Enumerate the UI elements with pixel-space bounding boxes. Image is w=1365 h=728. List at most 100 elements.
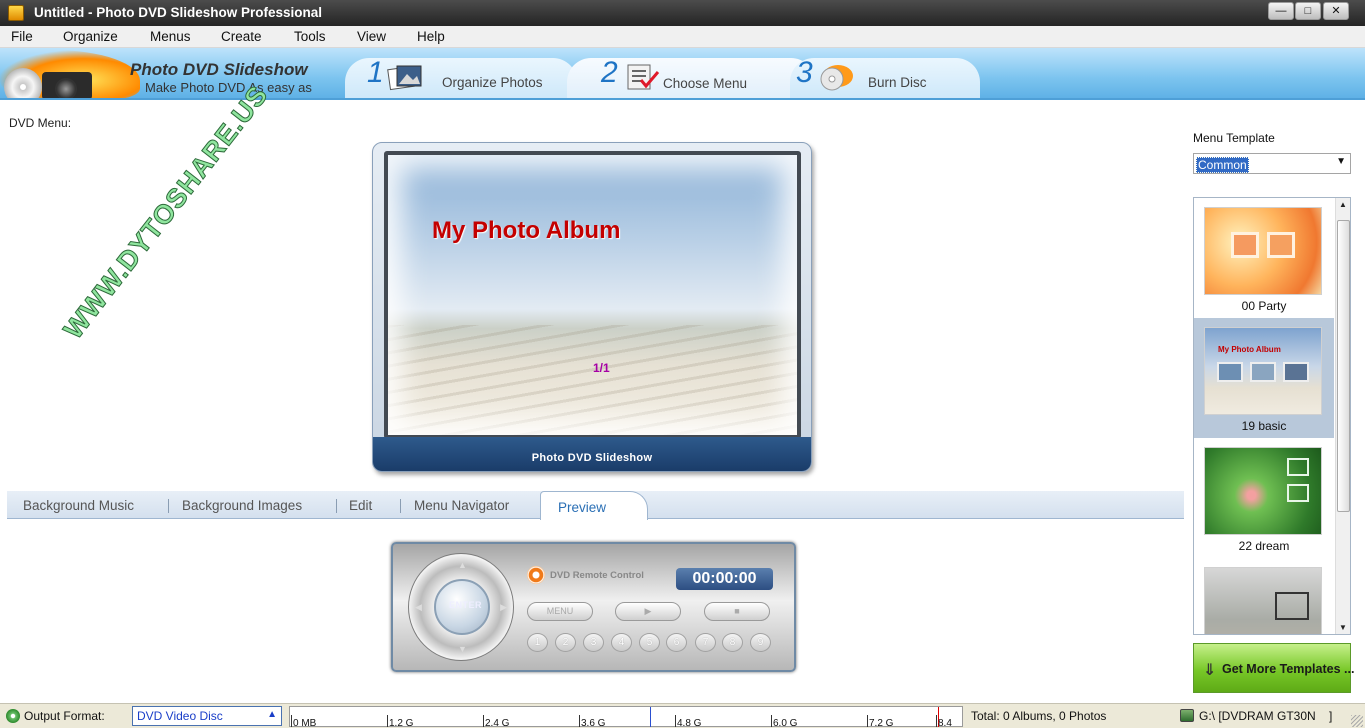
template-item[interactable]: My Photo Album 19 basic — [1194, 318, 1334, 438]
number-button-1[interactable]: 1 — [527, 633, 548, 652]
album-title[interactable]: My Photo Album — [432, 217, 620, 245]
app-icon — [8, 5, 24, 21]
dvd-menu-label: DVD Menu: — [9, 116, 72, 130]
number-button-4[interactable]: 4 — [611, 633, 632, 652]
output-format-value: DVD Video Disc — [137, 709, 223, 723]
step-number: 3 — [796, 56, 813, 89]
close-button[interactable]: ✕ — [1323, 2, 1349, 20]
menu-bar: File Organize Menus Create Tools View He… — [0, 26, 1365, 48]
disc-capacity-bar: 0 MB 1.2 G 2.4 G 3.6 G 4.8 G 6.0 G 7.2 G… — [289, 706, 963, 728]
menu-background-image: My Photo Album 1/1 — [384, 151, 801, 439]
capacity-tick: 0 MB — [293, 718, 317, 728]
app-window: Untitled - Photo DVD Slideshow Professio… — [0, 0, 1365, 728]
minimize-button[interactable]: — — [1268, 2, 1294, 20]
timecode-display: 00:00:00 — [676, 568, 773, 590]
burn-disc-icon — [820, 65, 853, 91]
navigation-dial[interactable]: ▲ ▼ ◀ ▶ ENTER — [408, 553, 514, 661]
template-category-select[interactable]: Common ▼ — [1193, 153, 1351, 174]
template-name: 22 dream — [1238, 539, 1290, 553]
number-button-3[interactable]: 3 — [583, 633, 604, 652]
template-thumbnail — [1204, 567, 1322, 634]
dvd-remote-control: ▲ ▼ ◀ ▶ ENTER DVD Remote Control 00:00:0… — [391, 542, 796, 672]
tab-background-images[interactable]: Background Images — [182, 498, 302, 513]
down-arrow-icon[interactable]: ▼ — [458, 644, 467, 654]
get-more-templates-button[interactable]: ⇓ Get More Templates ... — [1193, 643, 1355, 693]
download-arrow-icon: ⇓ — [1203, 662, 1217, 679]
get-more-templates-label: Get More Templates ... — [1222, 662, 1355, 676]
capacity-tick: 3.6 G — [581, 718, 606, 728]
menu-view[interactable]: View — [357, 29, 386, 44]
menu-file[interactable]: File — [11, 29, 33, 44]
chevron-up-icon[interactable]: ▲ — [267, 709, 277, 720]
left-arrow-icon[interactable]: ◀ — [415, 602, 422, 613]
enter-label: ENTER — [449, 600, 483, 610]
right-arrow-icon[interactable]: ▶ — [500, 602, 507, 613]
logo-title: Photo DVD Slideshow — [130, 60, 308, 79]
capacity-tick: 7.2 G — [869, 718, 894, 728]
template-item[interactable]: 22 dream — [1194, 438, 1334, 558]
capacity-tick: 1.2 G — [389, 718, 414, 728]
step-label: Burn Disc — [868, 75, 927, 90]
tab-edit[interactable]: Edit — [349, 498, 372, 513]
scroll-down-icon[interactable]: ▼ — [1339, 623, 1347, 632]
number-button-9[interactable]: 9 — [750, 633, 771, 652]
play-icon: ▶ — [644, 606, 652, 616]
step-choose-menu[interactable]: 2 Choose Menu — [567, 56, 815, 98]
tab-menu-navigator[interactable]: Menu Navigator — [414, 498, 509, 513]
step-organize-photos[interactable]: 1 Organize Photos — [345, 56, 577, 98]
title-bar[interactable]: Untitled - Photo DVD Slideshow Professio… — [0, 0, 1365, 26]
step-banner: Photo DVD Slideshow Make Photo DVD As ea… — [0, 48, 1365, 100]
capacity-tick: 6.0 G — [773, 718, 798, 728]
photos-icon — [387, 65, 422, 91]
resize-grip-icon[interactable] — [1351, 715, 1363, 727]
drive-icon — [1180, 709, 1194, 722]
template-scrollbar[interactable]: ▲ ▼ — [1335, 198, 1350, 634]
number-button-6[interactable]: 6 — [666, 633, 687, 652]
maximize-button[interactable]: □ — [1295, 2, 1321, 20]
step-label: Choose Menu — [663, 76, 748, 91]
menu-create[interactable]: Create — [221, 29, 262, 44]
output-format-select[interactable]: DVD Video Disc ▲ — [132, 706, 282, 726]
preview-footer: Photo DVD Slideshow — [373, 437, 811, 471]
capacity-tick: 2.4 G — [485, 718, 510, 728]
chevron-down-icon[interactable]: ▼ — [1336, 156, 1346, 167]
template-item[interactable] — [1194, 558, 1334, 634]
menu-organize[interactable]: Organize — [63, 29, 118, 44]
dvd-menu-preview[interactable]: My Photo Album 1/1 Photo DVD Slideshow — [372, 142, 812, 472]
template-name: 00 Party — [1241, 299, 1287, 313]
remote-brand: DVD Remote Control — [550, 570, 644, 581]
menu-help[interactable]: Help — [417, 29, 445, 44]
menu-tools[interactable]: Tools — [294, 29, 326, 44]
menu-button[interactable]: MENU — [527, 602, 593, 621]
tab-preview[interactable]: Preview — [540, 491, 648, 520]
output-format-icon — [6, 709, 20, 723]
scroll-up-icon[interactable]: ▲ — [1339, 200, 1347, 209]
template-name: 19 basic — [1241, 419, 1287, 433]
stop-button[interactable]: ■ — [704, 602, 770, 621]
watermark-text: WWW.DYTOSHARE.US — [57, 79, 274, 345]
scroll-thumb[interactable] — [1337, 220, 1350, 512]
number-button-2[interactable]: 2 — [555, 633, 576, 652]
step-burn-disc[interactable]: 3 Burn Disc — [790, 56, 980, 98]
number-button-8[interactable]: 8 — [722, 633, 743, 652]
template-list: 00 Party My Photo Album 19 basic 22 drea… — [1193, 197, 1351, 635]
number-button-5[interactable]: 5 — [639, 633, 660, 652]
up-arrow-icon[interactable]: ▲ — [458, 560, 467, 570]
stop-icon: ■ — [734, 606, 740, 616]
template-thumbnail — [1204, 447, 1322, 535]
disc-logo-icon — [4, 68, 42, 98]
number-button-7[interactable]: 7 — [695, 633, 716, 652]
window-title: Untitled - Photo DVD Slideshow Professio… — [34, 5, 323, 20]
play-button[interactable]: ▶ — [615, 602, 681, 621]
menu-menus[interactable]: Menus — [150, 29, 191, 44]
page-indicator: 1/1 — [593, 361, 610, 375]
enter-button[interactable]: ENTER — [434, 579, 490, 635]
menu-list-icon — [627, 64, 660, 90]
template-item[interactable]: 00 Party — [1194, 198, 1334, 318]
burner-drive[interactable]: G:\ [DVDRAM GT30N ] — [1199, 709, 1332, 723]
tab-background-music[interactable]: Background Music — [23, 498, 134, 513]
album-photo-totals: Total: 0 Albums, 0 Photos — [971, 709, 1107, 723]
step-number: 2 — [601, 56, 618, 89]
preview-footer-text: Photo DVD Slideshow — [531, 452, 653, 464]
app-logo: Photo DVD Slideshow Make Photo DVD As ea… — [0, 48, 360, 98]
